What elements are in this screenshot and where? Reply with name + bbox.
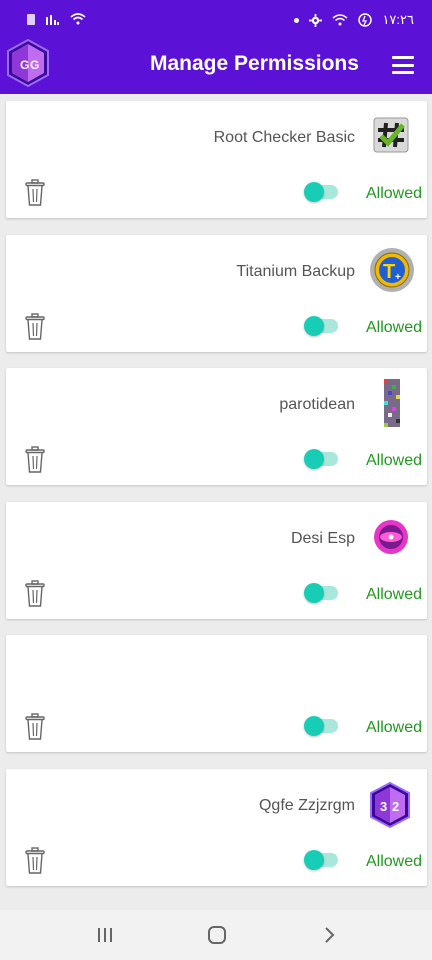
permission-toggle[interactable] [304,449,340,469]
trash-icon[interactable] [24,713,46,741]
gameguardian-logo-icon[interactable]: G G [6,38,50,88]
trash-icon[interactable] [24,580,46,608]
app-name: Qgfe Zzjzrgm [258,797,355,814]
app-bar: G G Manage Permissions [0,36,432,94]
wifi-calling-icon [332,14,348,26]
clock-text: ١٧:٢٦ [382,12,414,27]
titanium-backup-icon: T + [370,248,414,292]
trash-icon[interactable] [24,313,46,341]
gear-icon [309,13,323,27]
permission-toggle[interactable] [304,316,340,336]
trash-icon[interactable] [24,847,46,875]
permission-status: Allowed [365,185,422,202]
noise-app-icon [384,379,400,427]
permission-toggle[interactable] [304,716,340,736]
trash-icon[interactable] [24,446,46,474]
permission-card: parotidean Allowed [6,368,427,485]
back-icon[interactable] [320,924,338,946]
app-name: Desi Esp [290,530,355,547]
permission-status: Allowed [365,853,422,870]
permission-card: Desi Esp Allowed [6,502,427,619]
svg-text:2: 2 [392,799,399,814]
menu-icon[interactable] [392,56,414,74]
permission-card: Qgfe Zzjzrgm 3 2 Allowed [6,769,427,886]
trash-icon[interactable] [24,179,46,207]
recent-apps-icon[interactable] [96,924,114,946]
wifi-icon [70,13,86,25]
permission-status: Allowed [365,586,422,603]
app-name: Titanium Backup [236,263,355,280]
permission-card: Allowed [6,635,427,752]
app-name: parotidean [279,396,355,413]
desi-esp-icon [374,520,408,554]
status-right-icons: ١٧:٢٦ [294,12,414,28]
permission-status: Allowed [365,719,422,736]
dot-icon [294,17,300,23]
svg-text:G: G [20,58,29,72]
signal-icon [46,15,59,25]
notification-icon [27,14,35,25]
svg-text:+: + [395,272,401,283]
permission-toggle[interactable] [304,182,340,202]
home-icon[interactable] [206,924,228,946]
svg-text:G: G [30,58,39,72]
permission-card: Titanium Backup T + Allowed [6,235,427,352]
gameguardian-32-icon: 3 2 [370,781,410,829]
permission-status: Allowed [365,452,422,469]
permission-card: Root Checker Basic Allowed [6,101,427,218]
permission-toggle[interactable] [304,583,340,603]
app-name: Root Checker Basic [213,129,355,146]
navigation-bar [0,910,432,960]
svg-text:T: T [383,261,395,283]
svg-text:3: 3 [380,799,387,814]
status-left-icons [26,12,86,26]
page-title: Manage Permissions [150,52,359,75]
root-checker-icon [373,117,409,153]
permission-toggle[interactable] [304,850,340,870]
battery-saver-icon [358,13,373,27]
status-bar: ١٧:٢٦ [0,0,432,40]
permission-status: Allowed [365,319,422,336]
